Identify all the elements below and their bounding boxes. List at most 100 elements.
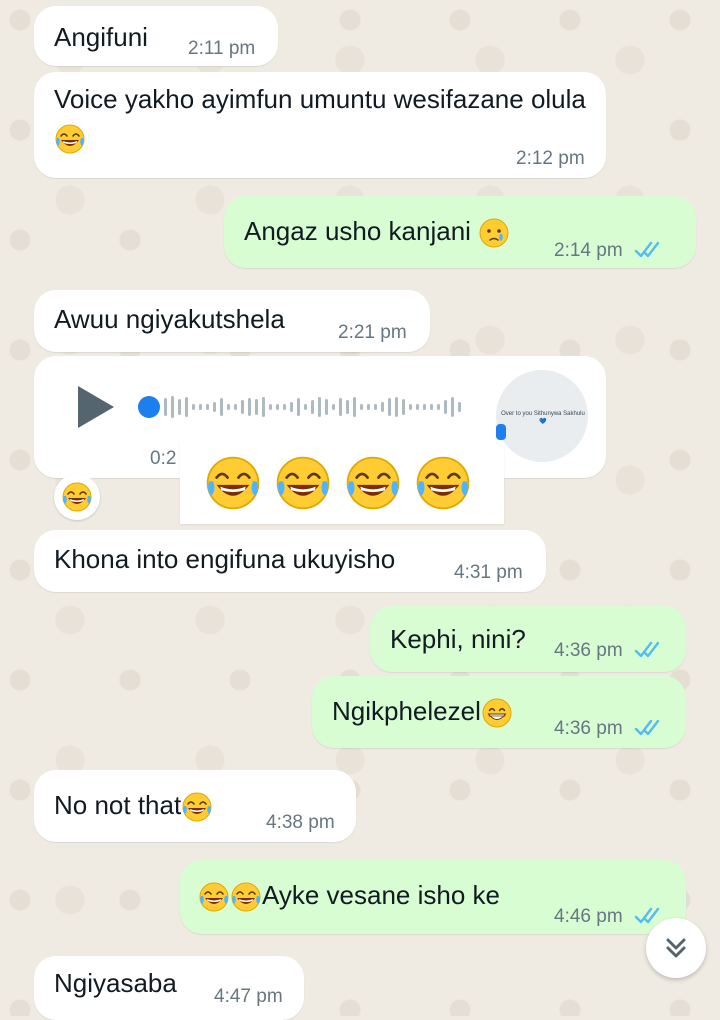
- message-text: Angifuni: [54, 22, 148, 52]
- message-time: 2:21 pm: [338, 322, 407, 343]
- waveform-bar: [388, 398, 391, 416]
- waveform-bar: [458, 402, 461, 412]
- waveform-bar: [297, 398, 300, 416]
- message-text: Angaz usho kanjani: [244, 212, 510, 250]
- message-outgoing[interactable]: Ayke vesane isho ke 4:46 pm: [180, 860, 686, 934]
- message-time: 4:31 pm: [454, 562, 523, 583]
- waveform-bar: [374, 404, 377, 410]
- joy-emoji-icon[interactable]: [344, 454, 402, 512]
- message-text: No not that: [54, 786, 213, 824]
- waveform-bar: [276, 404, 279, 410]
- waveform-bar: [255, 399, 258, 415]
- joy-emoji-icon: [61, 481, 93, 513]
- waveform-bar: [199, 404, 202, 410]
- waveform-bar: [234, 404, 237, 410]
- message-time: 2:12 pm: [516, 148, 585, 169]
- waveform-bar: [248, 398, 251, 416]
- waveform-bar: [220, 398, 223, 416]
- message-incoming[interactable]: Voice yakho ayimfun umuntu wesifazane ol…: [34, 72, 606, 178]
- double-chevron-down-icon: [666, 938, 686, 958]
- waveform-bar: [451, 397, 454, 417]
- waveform-bar: [318, 397, 321, 417]
- waveform-bar: [409, 404, 412, 410]
- joy-emoji-icon: [198, 881, 230, 913]
- message-outgoing[interactable]: Kephi, nini? 4:36 pm: [370, 606, 686, 672]
- waveform-bar: [360, 404, 363, 410]
- reaction-bar[interactable]: [180, 442, 504, 524]
- waveform-bar: [444, 400, 447, 414]
- waveform-bar: [304, 404, 307, 410]
- waveform-bar: [311, 400, 314, 414]
- message-time: 4:36 pm: [554, 718, 623, 739]
- message-outgoing[interactable]: Ngikphelezel 4:36 pm: [312, 676, 686, 748]
- message-text: Awuu ngiyakutshela: [54, 304, 285, 334]
- message-text: Khona into engifuna ukuyisho: [54, 544, 396, 574]
- waveform-bar: [206, 404, 209, 410]
- waveform-bar: [290, 402, 293, 412]
- message-outgoing[interactable]: Angaz usho kanjani 2:14 pm: [224, 196, 696, 268]
- message-text: Ngiyasaba: [54, 968, 177, 998]
- voice-waveform[interactable]: [164, 390, 474, 424]
- message-time: 4:47 pm: [214, 986, 283, 1007]
- message-text-content: Ngikphelezel: [332, 696, 481, 726]
- waveform-bar: [213, 402, 216, 412]
- waveform-bar: [402, 399, 405, 415]
- waveform-bar: [283, 404, 286, 410]
- waveform-bar: [346, 400, 349, 414]
- waveform-bar: [381, 402, 384, 412]
- waveform-bar: [437, 404, 440, 410]
- double-check-icon: [634, 240, 666, 260]
- waveform-bar: [353, 397, 356, 417]
- avatar-caption: Over to you Sithunywa Sakhulu 💙: [501, 411, 585, 425]
- voice-duration: 0:2: [150, 448, 177, 469]
- waveform-bar: [164, 398, 167, 416]
- message-text: Kephi, nini?: [390, 624, 526, 654]
- message-time: 2:14 pm: [554, 240, 623, 261]
- waveform-bar: [262, 397, 265, 417]
- message-incoming[interactable]: Awuu ngiyakutshela 2:21 pm: [34, 290, 430, 352]
- joy-emoji-icon[interactable]: [204, 454, 262, 512]
- message-time: 4:36 pm: [554, 640, 623, 661]
- waveform-bar: [367, 404, 370, 410]
- waveform-bar: [171, 396, 174, 418]
- message-time: 4:38 pm: [266, 812, 335, 833]
- waveform-bar: [332, 404, 335, 410]
- waveform-bar: [227, 404, 230, 410]
- scroll-to-bottom-button[interactable]: [646, 918, 706, 978]
- waveform-bar: [430, 404, 433, 410]
- message-incoming[interactable]: Khona into engifuna ukuyisho 4:31 pm: [34, 530, 546, 592]
- waveform-bar: [269, 404, 272, 410]
- mic-icon: [496, 424, 506, 440]
- avatar[interactable]: Over to you Sithunywa Sakhulu 💙: [496, 370, 588, 462]
- waveform-bar: [395, 397, 398, 417]
- grin-emoji-icon: [481, 697, 513, 729]
- joy-emoji-icon: [54, 123, 86, 155]
- message-incoming[interactable]: Ngiyasaba 4:47 pm: [34, 956, 304, 1020]
- double-check-icon: [634, 718, 666, 738]
- message-text: Ngikphelezel: [332, 692, 513, 730]
- waveform-bar: [325, 399, 328, 415]
- message-time: 4:46 pm: [554, 906, 623, 927]
- waveform-bar: [192, 404, 195, 410]
- message-text-content: Voice yakho ayimfun umuntu wesifazane ol…: [54, 84, 586, 114]
- voice-progress-dot[interactable]: [138, 396, 160, 418]
- joy-emoji-icon[interactable]: [414, 454, 472, 512]
- message-text-content: No not that: [54, 790, 182, 820]
- joy-emoji-icon: [230, 881, 262, 913]
- waveform-bar: [185, 397, 188, 417]
- joy-emoji-icon[interactable]: [274, 454, 332, 512]
- message-incoming[interactable]: Angifuni 2:11 pm: [34, 6, 278, 66]
- message-time: 2:11 pm: [188, 38, 256, 59]
- message-text: Ayke vesane isho ke: [198, 876, 500, 914]
- message-text-content: Angaz usho kanjani: [244, 216, 471, 246]
- waveform-bar: [178, 399, 181, 415]
- sad-tear-emoji-icon: [478, 217, 510, 249]
- play-icon[interactable]: [74, 384, 118, 430]
- waveform-bar: [241, 400, 244, 414]
- message-incoming[interactable]: No not that 4:38 pm: [34, 770, 356, 842]
- message-text: Voice yakho ayimfun umuntu wesifazane ol…: [54, 80, 594, 156]
- waveform-bar: [416, 404, 419, 410]
- double-check-icon: [634, 640, 666, 660]
- reaction-chip[interactable]: [54, 474, 100, 520]
- waveform-bar: [339, 398, 342, 416]
